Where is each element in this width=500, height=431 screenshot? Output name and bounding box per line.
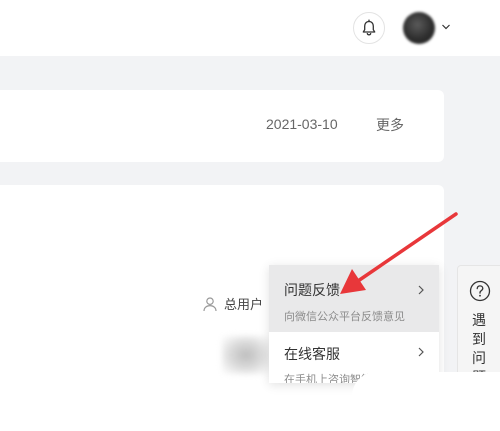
annotation-arrow xyxy=(340,212,458,294)
